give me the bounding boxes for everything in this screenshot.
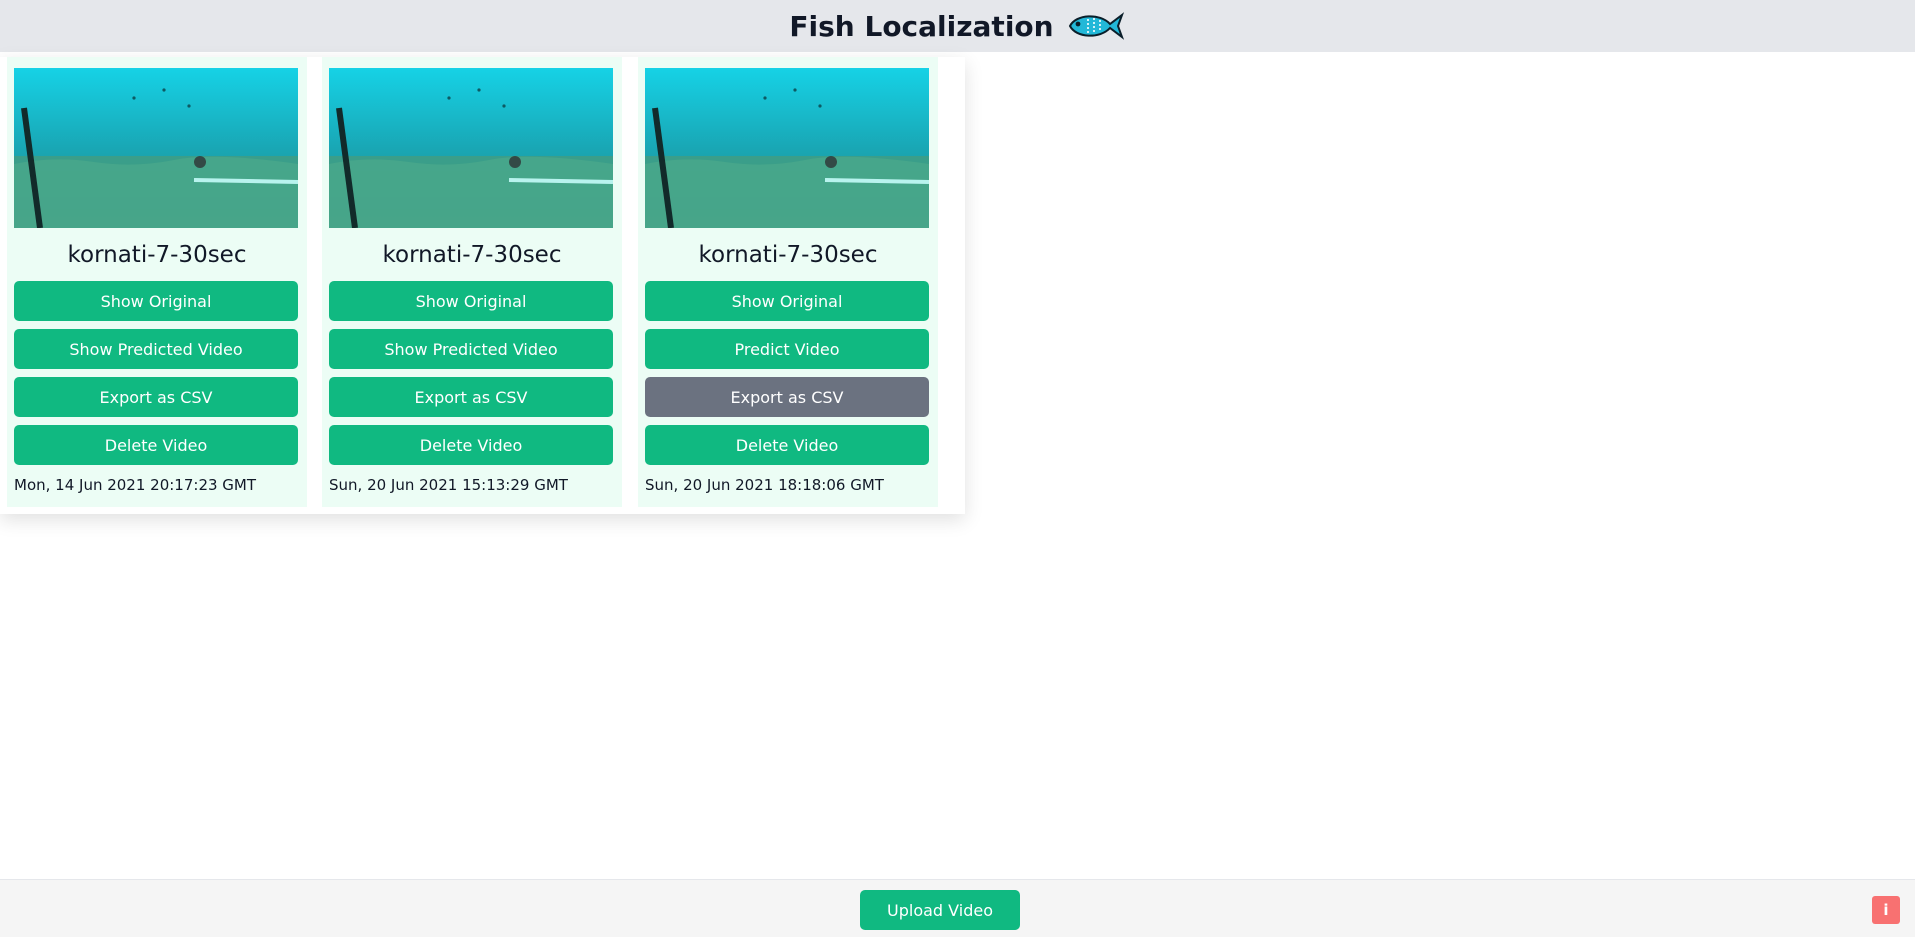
video-title: kornati-7-30sec	[67, 242, 247, 268]
upload-date: Mon, 14 Jun 2021 20:17:23 GMT	[14, 476, 257, 494]
show-original-button[interactable]: Show Original	[14, 281, 298, 321]
video-card: kornati-7-30sec Show Original Show Predi…	[322, 57, 622, 507]
show-predicted-video-button[interactable]: Show Predicted Video	[329, 329, 613, 369]
upload-date: Sun, 20 Jun 2021 18:18:06 GMT	[645, 476, 884, 494]
video-card: kornati-7-30sec Show Original Predict Vi…	[638, 57, 938, 507]
info-icon[interactable]: i	[1872, 896, 1900, 924]
video-title: kornati-7-30sec	[698, 242, 878, 268]
predict-video-button[interactable]: Predict Video	[645, 329, 929, 369]
export-csv-button[interactable]: Export as CSV	[329, 377, 613, 417]
export-csv-button: Export as CSV	[645, 377, 929, 417]
export-csv-button[interactable]: Export as CSV	[14, 377, 298, 417]
show-original-button[interactable]: Show Original	[645, 281, 929, 321]
underwater-seagrass-thumbnail[interactable]	[14, 68, 298, 228]
delete-video-button[interactable]: Delete Video	[645, 425, 929, 465]
fish-icon	[1068, 12, 1124, 40]
video-card: kornati-7-30sec Show Original Show Predi…	[7, 57, 307, 507]
delete-video-button[interactable]: Delete Video	[14, 425, 298, 465]
upload-video-button[interactable]: Upload Video	[860, 890, 1020, 930]
page-title: Fish Localization	[789, 9, 1054, 43]
footer-bar: Upload Video i	[0, 879, 1915, 937]
show-predicted-video-button[interactable]: Show Predicted Video	[14, 329, 298, 369]
video-card-grid: kornati-7-30sec Show Original Show Predi…	[0, 57, 965, 514]
underwater-seagrass-thumbnail[interactable]	[645, 68, 929, 228]
video-title: kornati-7-30sec	[382, 242, 562, 268]
underwater-seagrass-thumbnail[interactable]	[329, 68, 613, 228]
upload-date: Sun, 20 Jun 2021 15:13:29 GMT	[329, 476, 568, 494]
app-header: Fish Localization	[0, 0, 1915, 52]
show-original-button[interactable]: Show Original	[329, 281, 613, 321]
delete-video-button[interactable]: Delete Video	[329, 425, 613, 465]
